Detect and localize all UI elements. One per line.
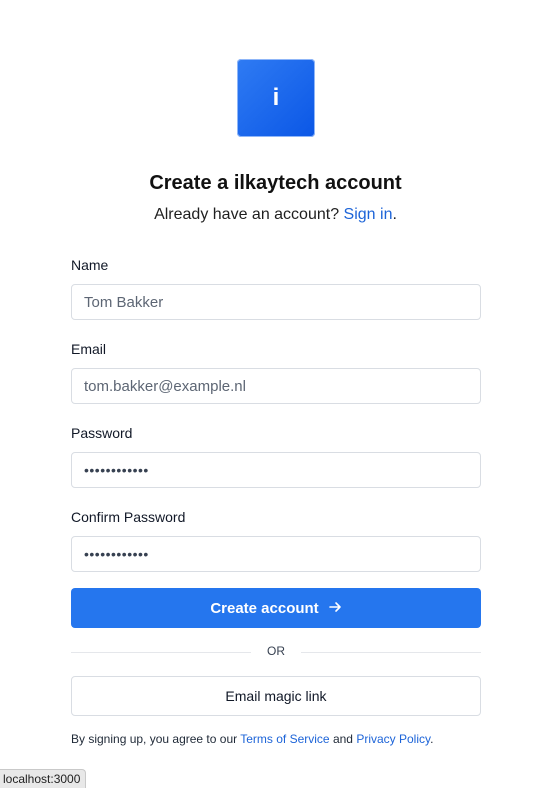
terms-and: and: [332, 732, 353, 746]
browser-status-url: localhost:3000: [0, 769, 87, 788]
confirm-password-label: Confirm Password: [71, 509, 186, 525]
terms-prefix: By signing up, you agree to our: [71, 732, 238, 746]
password-input-value: ••••••••••••: [84, 462, 149, 478]
create-account-label: Create account: [210, 599, 319, 617]
email-input[interactable]: tom.bakker@example.nl: [71, 368, 481, 404]
divider-line-left: [71, 652, 251, 653]
email-input-value: tom.bakker@example.nl: [84, 377, 246, 395]
email-magic-link-label: Email magic link: [225, 688, 327, 704]
signin-link[interactable]: Sign in: [344, 206, 393, 223]
arrow-right-icon: [328, 600, 342, 617]
signin-prompt-text: Already have an account?: [154, 206, 340, 223]
signin-prompt: Already have an account? Sign in.: [0, 206, 551, 224]
password-input[interactable]: ••••••••••••: [71, 452, 481, 488]
privacy-policy-link[interactable]: Privacy Policy: [356, 732, 430, 746]
divider-line-right: [301, 652, 481, 653]
name-input-value: Tom Bakker: [84, 293, 164, 311]
name-label: Name: [71, 257, 109, 273]
terms-suffix: .: [430, 732, 434, 746]
or-text: OR: [267, 644, 285, 658]
logo-letter: i: [272, 84, 280, 111]
signin-prompt-period: .: [392, 206, 397, 223]
app-logo: i: [237, 59, 315, 137]
confirm-password-input-value: ••••••••••••: [84, 546, 149, 562]
create-account-button[interactable]: Create account: [71, 588, 481, 628]
or-divider: OR: [71, 644, 481, 660]
email-label: Email: [71, 341, 107, 357]
signup-page: i Create a ilkaytech account Already hav…: [0, 0, 551, 788]
password-label: Password: [71, 425, 133, 441]
name-input[interactable]: Tom Bakker: [71, 284, 481, 320]
terms-notice: By signing up, you agree to our Terms of…: [71, 732, 433, 746]
email-magic-link-button[interactable]: Email magic link: [71, 676, 481, 716]
page-title: Create a ilkaytech account: [149, 172, 402, 194]
terms-of-service-link[interactable]: Terms of Service: [240, 732, 329, 746]
confirm-password-input[interactable]: ••••••••••••: [71, 536, 481, 572]
